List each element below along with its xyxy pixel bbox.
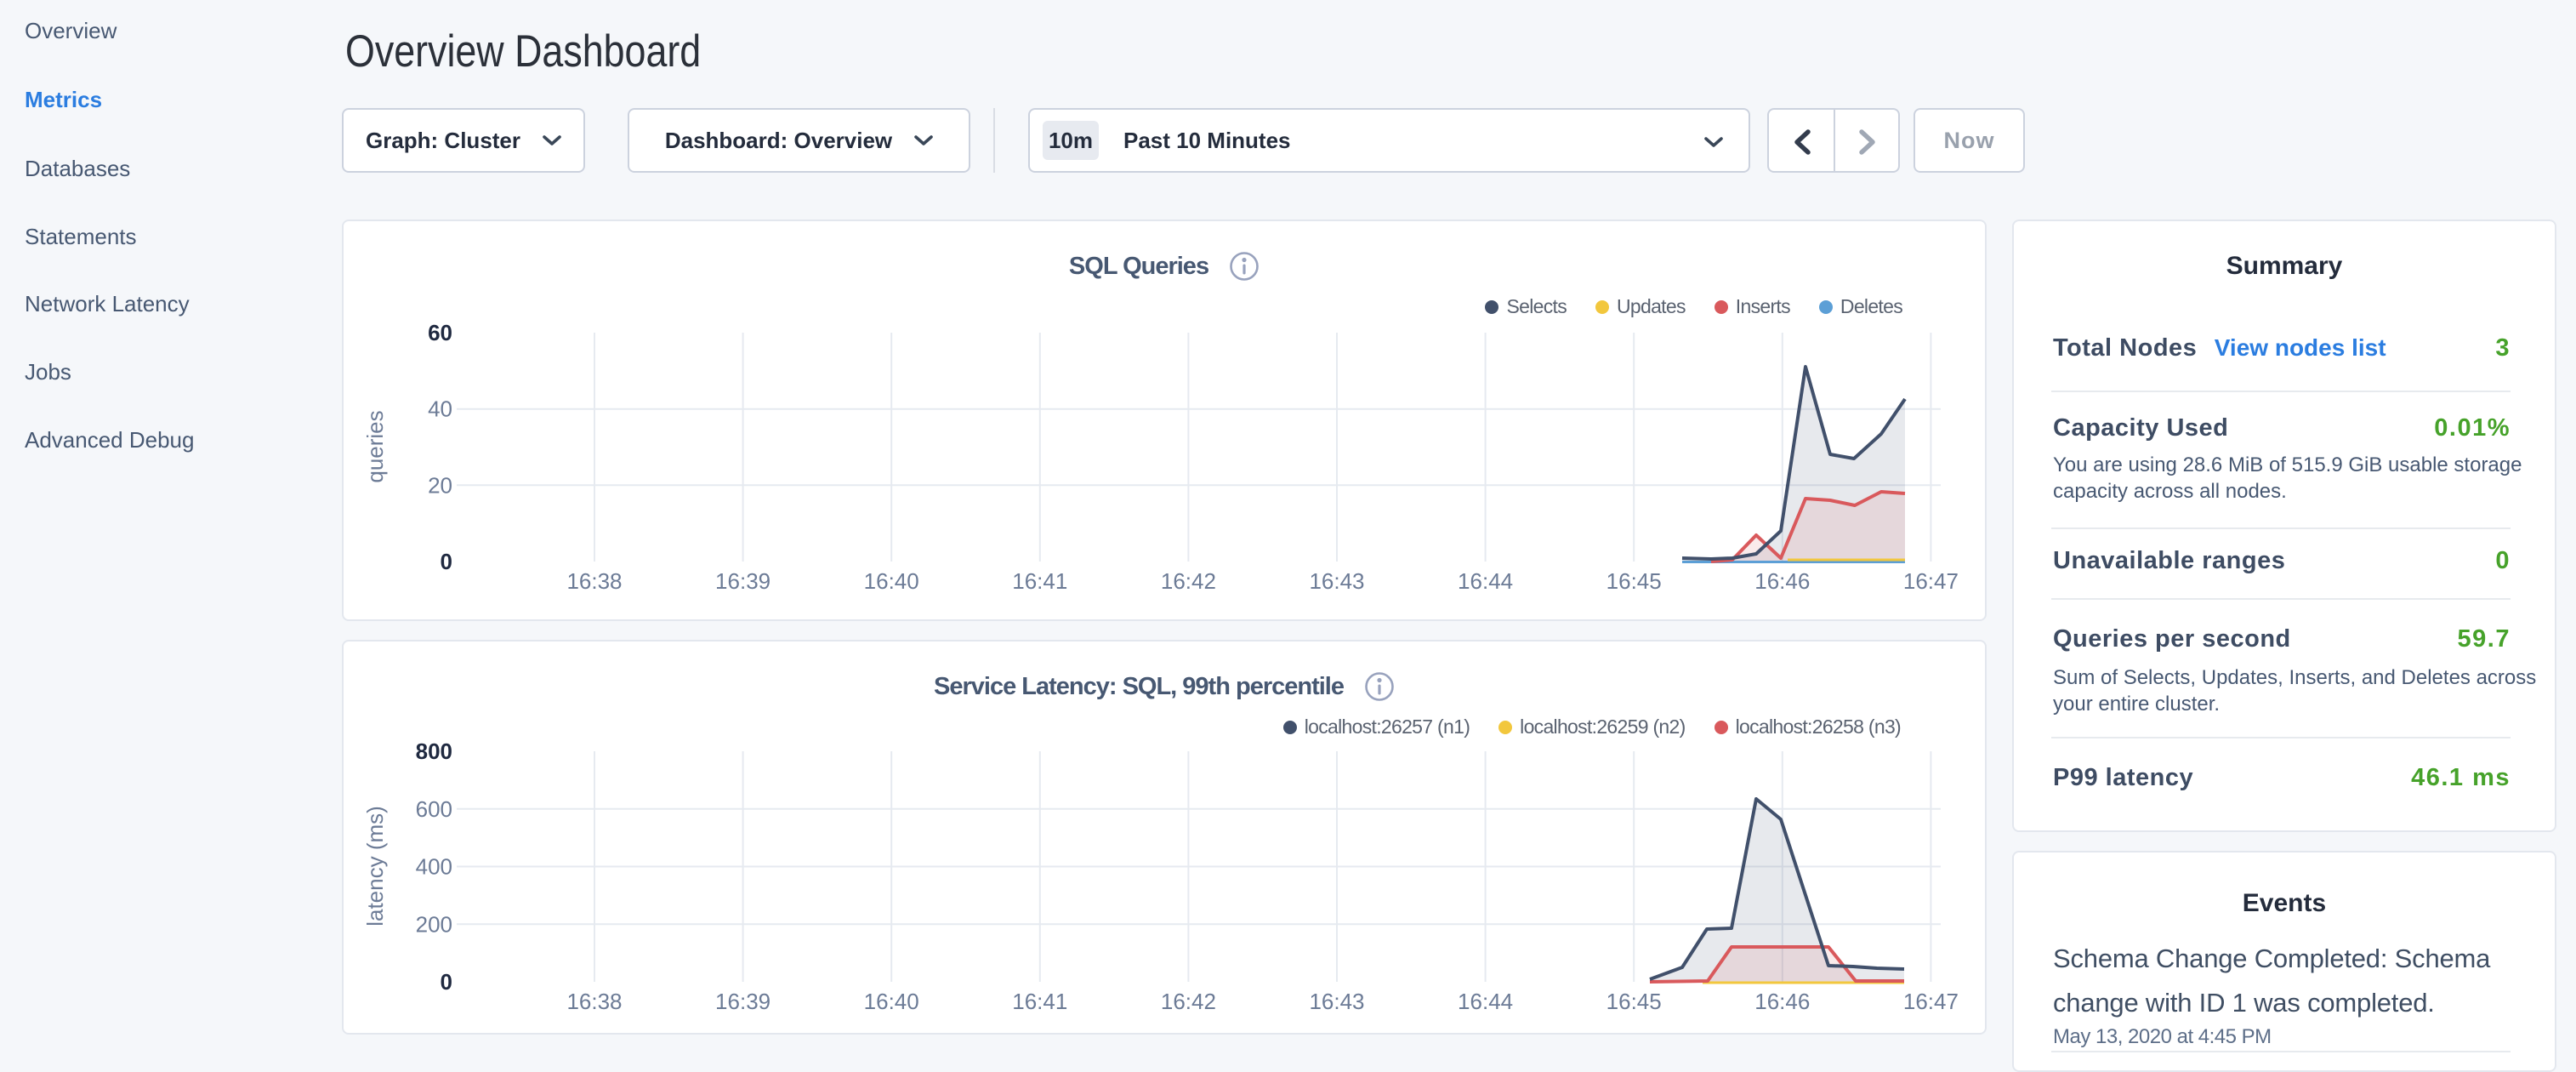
svg-text:16:42: 16:42 [1161, 989, 1216, 1014]
svg-text:16:40: 16:40 [864, 568, 919, 594]
svg-text:0: 0 [441, 549, 452, 574]
svg-text:16:45: 16:45 [1606, 989, 1662, 1014]
svg-text:16:46: 16:46 [1754, 989, 1810, 1014]
svg-text:latency (ms): latency (ms) [362, 806, 388, 927]
svg-text:16:41: 16:41 [1012, 989, 1067, 1014]
svg-text:16:38: 16:38 [566, 568, 622, 594]
svg-text:queries: queries [362, 410, 388, 482]
svg-text:16:40: 16:40 [864, 989, 919, 1014]
svg-text:600: 600 [416, 796, 452, 822]
svg-text:800: 800 [416, 738, 452, 764]
svg-text:16:39: 16:39 [715, 989, 771, 1014]
svg-text:16:45: 16:45 [1606, 568, 1662, 594]
svg-text:200: 200 [416, 911, 452, 937]
svg-text:16:38: 16:38 [566, 989, 622, 1014]
svg-text:16:47: 16:47 [1903, 568, 1959, 594]
svg-text:16:44: 16:44 [1458, 989, 1513, 1014]
svg-text:16:42: 16:42 [1161, 568, 1216, 594]
svg-text:16:44: 16:44 [1458, 568, 1513, 594]
svg-text:20: 20 [428, 472, 452, 498]
svg-text:16:43: 16:43 [1309, 568, 1364, 594]
svg-text:16:43: 16:43 [1309, 989, 1364, 1014]
svg-text:16:41: 16:41 [1012, 568, 1067, 594]
svg-text:0: 0 [441, 969, 452, 995]
svg-text:16:39: 16:39 [715, 568, 771, 594]
svg-text:400: 400 [416, 854, 452, 880]
svg-text:16:46: 16:46 [1754, 568, 1810, 594]
svg-text:40: 40 [428, 396, 452, 422]
svg-text:60: 60 [428, 320, 452, 345]
svg-text:16:47: 16:47 [1903, 989, 1959, 1014]
